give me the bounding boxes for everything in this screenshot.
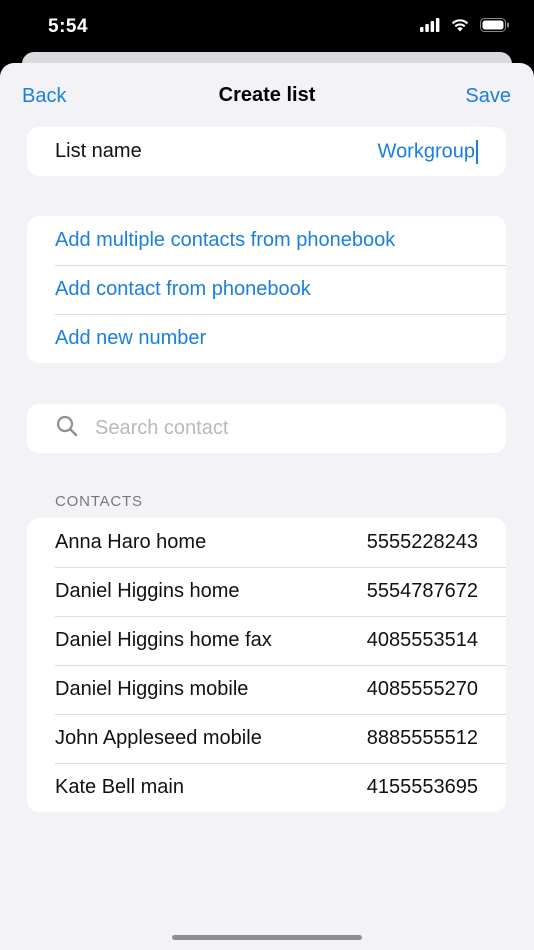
add-contacts-card: Add multiple contacts from phonebook Add… [27, 216, 506, 363]
add-contact-button[interactable]: Add contact from phonebook [27, 265, 506, 314]
contact-name: Anna Haro home [55, 531, 207, 553]
contact-name: Daniel Higgins home [55, 580, 240, 602]
search-bar[interactable] [27, 404, 506, 453]
contact-number: 4085553514 [366, 629, 478, 651]
contact-row[interactable]: Anna Haro home 5555228243 [27, 518, 506, 567]
contact-row[interactable]: Daniel Higgins mobile 4085555270 [27, 665, 506, 714]
contact-number: 5554787672 [366, 580, 478, 602]
contact-name: John Appleseed mobile [55, 727, 262, 749]
status-bar: 5:54 [0, 0, 534, 56]
text-cursor [476, 139, 478, 164]
search-card [27, 404, 506, 453]
list-name-row[interactable]: List name Workgroup [27, 127, 506, 176]
add-new-number-button[interactable]: Add new number [27, 314, 506, 363]
contacts-section-header: CONTACTS [55, 493, 143, 510]
cellular-signal-icon [420, 17, 440, 37]
battery-icon [480, 17, 510, 37]
save-button[interactable]: Save [465, 85, 511, 108]
contact-number: 4085555270 [366, 678, 478, 700]
contact-number: 5555228243 [366, 531, 478, 553]
contact-name: Kate Bell main [55, 776, 184, 798]
contact-name: Daniel Higgins home fax [55, 629, 272, 651]
status-icons [420, 17, 510, 37]
contacts-list: Anna Haro home 5555228243 Daniel Higgins… [27, 518, 506, 812]
contact-number: 8885555512 [366, 727, 478, 749]
contact-name: Daniel Higgins mobile [55, 678, 249, 700]
contact-row[interactable]: Daniel Higgins home fax 4085553514 [27, 616, 506, 665]
contact-row[interactable]: John Appleseed mobile 8885555512 [27, 714, 506, 763]
contact-row[interactable]: Daniel Higgins home 5554787672 [27, 567, 506, 616]
create-list-sheet: Back Create list Save List name Workgrou… [0, 63, 534, 950]
wifi-icon [450, 17, 470, 37]
contact-row[interactable]: Kate Bell main 4155553695 [27, 763, 506, 812]
home-indicator [172, 935, 362, 940]
list-name-card: List name Workgroup [27, 127, 506, 176]
list-name-field[interactable]: Workgroup [377, 139, 478, 164]
search-input[interactable] [93, 416, 477, 441]
navigation-bar: Back Create list Save [0, 63, 534, 127]
page-title: Create list [218, 84, 316, 106]
add-multiple-contacts-button[interactable]: Add multiple contacts from phonebook [27, 216, 506, 265]
status-time: 5:54 [48, 16, 89, 37]
list-name-label: List name [55, 140, 142, 162]
contact-number: 4155553695 [366, 776, 478, 798]
list-name-value: Workgroup [377, 139, 475, 162]
search-icon [55, 414, 79, 444]
